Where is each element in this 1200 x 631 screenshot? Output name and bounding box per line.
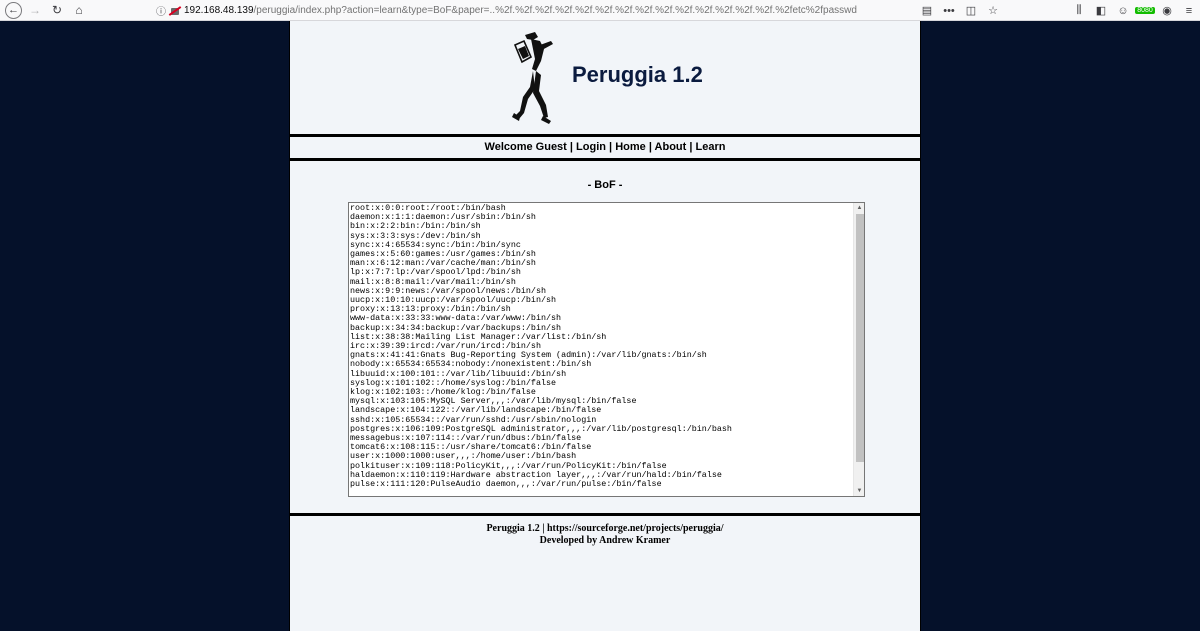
site-title: Peruggia 1.2 bbox=[572, 62, 703, 87]
paper-text[interactable]: root:x:0:0:root:/root:/bin/bash daemon:x:… bbox=[349, 203, 854, 496]
extension-badge: 8080 bbox=[1135, 7, 1155, 14]
site-header: Peruggia 1.2 bbox=[290, 21, 920, 136]
nav-separator: | bbox=[648, 141, 652, 153]
nav-separator: | bbox=[569, 141, 573, 153]
forward-arrow-icon[interactable]: → bbox=[26, 1, 44, 19]
url-bar[interactable]: ⓘ 192.168.48.139/peruggia/index.php?acti… bbox=[154, 1, 954, 19]
bookmark-star-icon[interactable]: ☆ bbox=[984, 2, 1002, 20]
scroll-up-arrow-icon[interactable]: ▲ bbox=[854, 203, 865, 213]
toolbar-right-icons: ▤ ••• ◫ ☆ ⫼ ◧ ☺ 8080 ◉ ≡ bbox=[916, 0, 1200, 21]
library-icon[interactable]: ⫼ bbox=[1070, 2, 1088, 20]
extension-icon[interactable]: ◉ bbox=[1158, 2, 1176, 20]
site-footer: Peruggia 1.2 | https://sourceforge.net/p… bbox=[290, 523, 920, 547]
content-column: Peruggia 1.2 Welcome Guest | Login | Hom… bbox=[289, 21, 921, 631]
nav-about-link[interactable]: About bbox=[655, 141, 687, 153]
nav-home-link[interactable]: Home bbox=[615, 141, 646, 153]
browser-toolbar: ← → ↻ ⌂ ⓘ 192.168.48.139/peruggia/index.… bbox=[0, 0, 1200, 21]
reload-icon[interactable]: ↻ bbox=[48, 1, 66, 19]
welcome-text: Welcome Guest bbox=[484, 141, 567, 153]
url-path: /peruggia/index.php?action=learn&type=Bo… bbox=[253, 4, 857, 16]
pocket-icon[interactable]: ◫ bbox=[962, 2, 980, 20]
account-icon[interactable]: ☺ bbox=[1114, 2, 1132, 20]
info-icon[interactable]: ⓘ bbox=[154, 3, 168, 18]
reader-view-icon[interactable]: ▤ bbox=[918, 2, 936, 20]
textarea-scrollbar[interactable]: ▲ ▼ bbox=[853, 203, 864, 496]
menu-icon[interactable]: ≡ bbox=[1180, 2, 1198, 20]
nav-bar: Welcome Guest | Login | Home | About | L… bbox=[290, 141, 920, 153]
running-man-logo bbox=[512, 32, 553, 124]
divider-top bbox=[290, 134, 920, 137]
section-title: - BoF - bbox=[587, 179, 623, 191]
footer-line-2: Developed by Andrew Kramer bbox=[539, 535, 671, 546]
back-arrow-icon[interactable]: ← bbox=[5, 1, 22, 19]
proxy-extension-icon[interactable]: 8080 bbox=[1135, 2, 1155, 20]
scroll-thumb[interactable] bbox=[856, 214, 864, 462]
insecure-lock-icon[interactable] bbox=[168, 4, 182, 16]
nav-login-link[interactable]: Login bbox=[576, 141, 606, 153]
nav-learn-link[interactable]: Learn bbox=[696, 141, 726, 153]
home-icon[interactable]: ⌂ bbox=[70, 1, 88, 19]
paper-textarea[interactable]: root:x:0:0:root:/root:/bin/bash daemon:x:… bbox=[348, 202, 865, 497]
page-background: Peruggia 1.2 Welcome Guest | Login | Hom… bbox=[0, 21, 1200, 631]
sidebar-icon[interactable]: ◧ bbox=[1092, 2, 1110, 20]
divider-nav bbox=[290, 158, 920, 161]
url-host: 192.168.48.139 bbox=[184, 4, 254, 16]
paper-line: pulse:x:111:120:PulseAudio daemon,,,:/va… bbox=[350, 479, 662, 490]
nav-separator: | bbox=[689, 141, 693, 153]
more-actions-icon[interactable]: ••• bbox=[940, 2, 958, 20]
divider-footer bbox=[290, 513, 920, 516]
footer-line-1: Peruggia 1.2 | https://sourceforge.net/p… bbox=[486, 523, 724, 534]
scroll-down-arrow-icon[interactable]: ▼ bbox=[854, 486, 865, 496]
nav-separator: | bbox=[609, 141, 613, 153]
